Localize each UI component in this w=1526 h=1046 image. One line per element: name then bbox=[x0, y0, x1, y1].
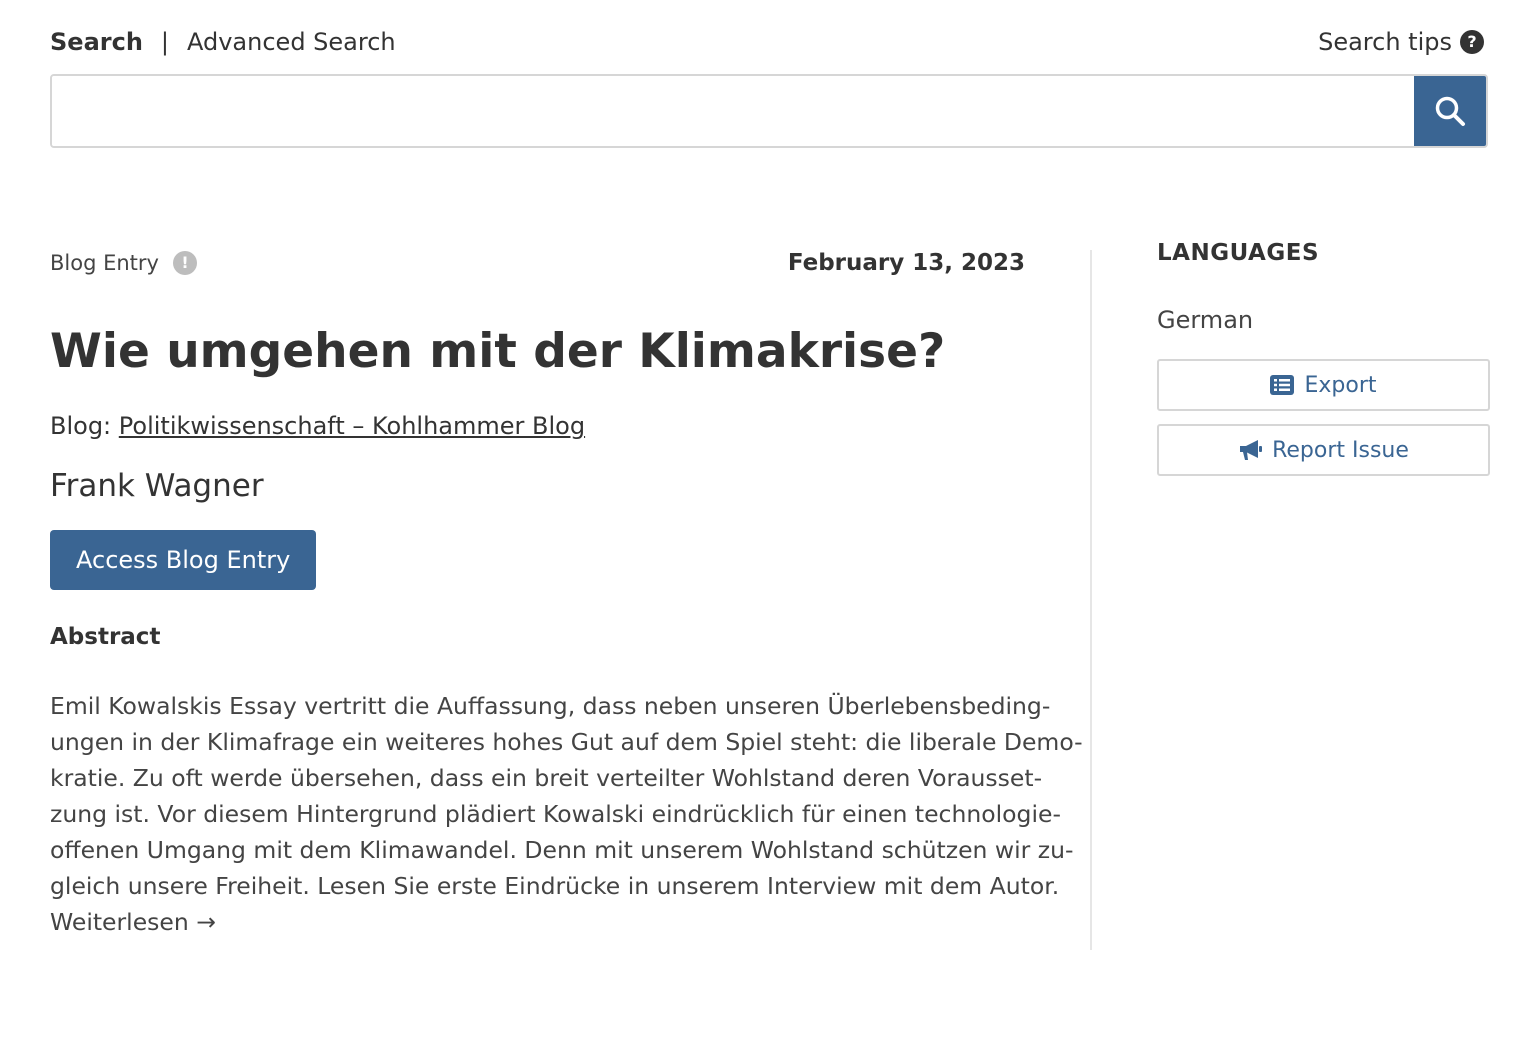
megaphone-icon bbox=[1240, 440, 1263, 460]
search-tips-link[interactable]: Search tips ? bbox=[1318, 28, 1484, 56]
search-icon bbox=[1435, 96, 1465, 126]
entry-main: Blog Entry ! February 13, 2023 Wie umgeh… bbox=[50, 240, 1083, 940]
nav-separator: | bbox=[160, 28, 169, 56]
entry-date: February 13, 2023 bbox=[787, 250, 1025, 276]
report-issue-label: Report Issue bbox=[1272, 437, 1409, 463]
search-tips-label: Search tips bbox=[1318, 28, 1452, 56]
abstract-line: offenen Umgang mit dem Klimawandel. Denn… bbox=[50, 836, 1074, 865]
report-issue-button[interactable]: Report Issue bbox=[1157, 424, 1490, 476]
read-more-link[interactable]: Weiterlesen → bbox=[50, 904, 1035, 940]
entry-type-label: Blog Entry bbox=[50, 251, 159, 275]
language-value: German bbox=[1157, 306, 1254, 334]
list-icon bbox=[1270, 375, 1295, 395]
search-button[interactable] bbox=[1414, 76, 1486, 146]
abstract-line: gleich unsere Freiheit. Lesen Sie erste … bbox=[50, 872, 1060, 901]
abstract-line: ungen in der Klimafrage ein weiteres hoh… bbox=[50, 728, 1083, 757]
question-icon: ? bbox=[1460, 30, 1484, 54]
page-title: Wie umgehen mit der Klimakrise? bbox=[50, 324, 946, 379]
languages-heading: LANGUAGES bbox=[1157, 240, 1320, 266]
abstract-text: Emil Kowalskis Essay vertritt die Auffas… bbox=[50, 688, 1083, 940]
entry-type: Blog Entry ! bbox=[50, 251, 197, 275]
author-name[interactable]: Frank Wagner bbox=[50, 468, 1025, 504]
abstract-line: kratie. Zu oft werde übersehen, dass ein… bbox=[50, 764, 1043, 793]
abstract-line: zung ist. Vor diesem Hintergrund plädier… bbox=[50, 800, 1061, 829]
abstract-heading: Abstract bbox=[50, 624, 161, 651]
entry-meta-row: Blog Entry ! February 13, 2023 bbox=[50, 240, 1025, 286]
search-tab[interactable]: Search bbox=[50, 28, 143, 56]
blog-link[interactable]: Politikwissenschaft – Kohlhammer Blog bbox=[119, 412, 585, 440]
export-button[interactable]: Export bbox=[1157, 359, 1490, 411]
export-label: Export bbox=[1304, 372, 1377, 398]
access-blog-entry-button[interactable]: Access Blog Entry bbox=[50, 530, 317, 591]
advanced-search-link[interactable]: Advanced Search bbox=[187, 28, 396, 56]
blog-prefix: Blog: bbox=[50, 412, 112, 441]
sidebar: LANGUAGES German Export Report Issue bbox=[1157, 240, 1490, 476]
search-input[interactable] bbox=[52, 76, 1414, 146]
search-bar bbox=[50, 74, 1488, 148]
abstract-line: Emil Kowalskis Essay vertritt die Auffas… bbox=[50, 692, 1051, 721]
blog-line: Blog: Politikwissenschaft – Kohlhammer B… bbox=[50, 412, 1025, 440]
info-icon[interactable]: ! bbox=[172, 251, 197, 275]
column-divider bbox=[1090, 250, 1092, 950]
search-nav: Search | Advanced Search bbox=[50, 28, 396, 56]
